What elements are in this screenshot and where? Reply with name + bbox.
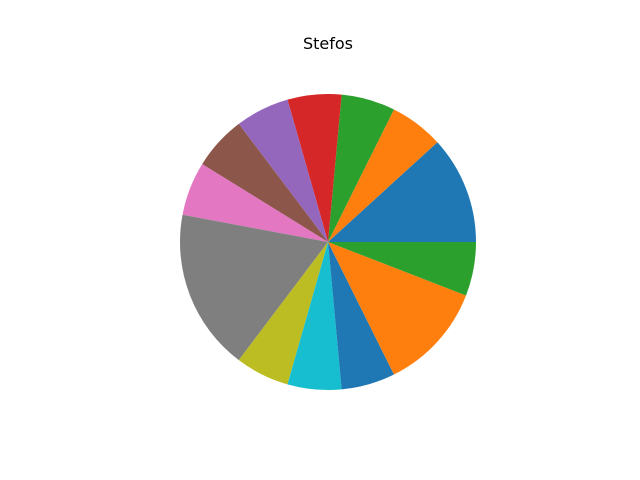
chart-title: Stefos <box>303 34 353 53</box>
pie-chart: Stefos <box>179 34 476 390</box>
pie-slices <box>179 93 476 390</box>
